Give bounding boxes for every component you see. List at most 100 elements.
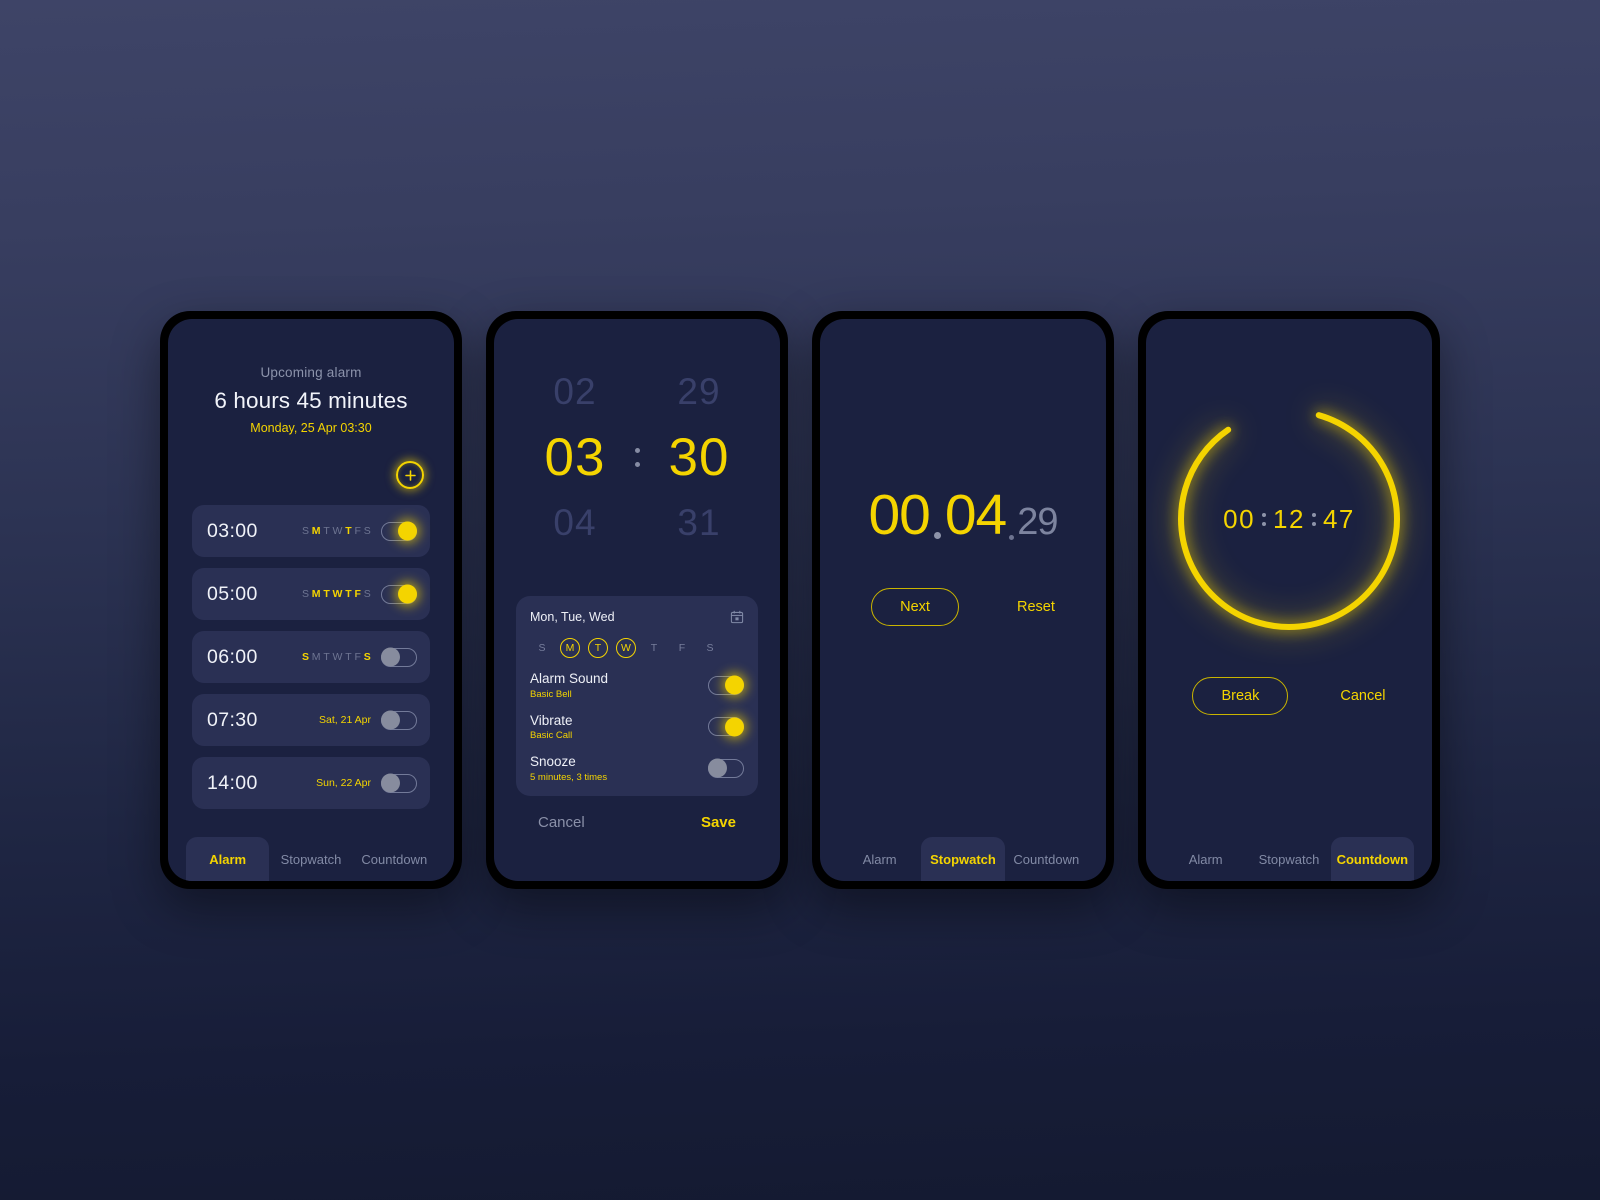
countdown-controls: Break Cancel (1192, 677, 1386, 715)
setting-toggle[interactable] (708, 717, 744, 737)
reset-button[interactable]: Reset (1017, 599, 1055, 615)
alarm-date-label: Sat, 21 Apr (319, 714, 371, 726)
alarm-row-right: Sun, 22 Apr (316, 773, 417, 793)
alarm-toggle[interactable] (381, 710, 417, 730)
cancel-button[interactable]: Cancel (1340, 688, 1385, 704)
repeat-summary-row: Mon, Tue, Wed (530, 610, 744, 629)
alarm-time: 03:00 (207, 519, 258, 542)
day-chip[interactable]: F (672, 638, 692, 658)
setting-text: Snooze 5 minutes, 3 times (530, 754, 607, 783)
tab-countdown[interactable]: Countdown (1005, 837, 1088, 881)
save-button[interactable]: Save (701, 814, 736, 831)
toggle-knob (398, 521, 417, 541)
alarm-settings-panel: Mon, Tue, Wed SMTWTFS Alarm Sound Basic B… (516, 596, 758, 796)
hour-selected[interactable]: 03 (527, 431, 623, 484)
next-lap-button[interactable]: Next (871, 587, 959, 626)
upcoming-alarm-date: Monday, 25 Apr 03:30 (250, 421, 372, 435)
phone-countdown: 00 12 47 Break Cancel Alarm Stopwatch Co… (1138, 311, 1440, 889)
tab-stopwatch[interactable]: Stopwatch (269, 837, 352, 881)
tab-alarm[interactable]: Alarm (1164, 837, 1247, 881)
setting-row[interactable]: Vibrate Basic Call (530, 712, 744, 742)
setting-name: Vibrate (530, 712, 573, 728)
setting-text: Alarm Sound Basic Bell (530, 671, 608, 700)
add-alarm-button[interactable] (396, 461, 424, 489)
tab-stopwatch[interactable]: Stopwatch (1247, 837, 1330, 881)
settings-list: Alarm Sound Basic Bell Vibrate Basic Call Sn… (530, 671, 744, 783)
time-picker-next-row: 04 31 (494, 502, 780, 544)
alarm-toggle[interactable] (381, 647, 417, 667)
break-button[interactable]: Break (1192, 677, 1289, 715)
calendar-icon[interactable] (730, 610, 744, 629)
day-selector[interactable]: SMTWTFS (530, 638, 744, 658)
toggle-knob (381, 773, 400, 793)
time-picker[interactable]: 02 29 03 30 04 31 (494, 319, 780, 544)
alarm-day-letter: T (323, 525, 331, 537)
alarm-toggle[interactable] (381, 584, 417, 604)
stopwatch-readout: 00 04 29 (868, 482, 1058, 547)
edit-actions: Cancel Save (494, 796, 780, 831)
countdown-hours: 00 (1223, 503, 1256, 534)
setting-toggle[interactable] (708, 758, 744, 778)
add-alarm-row (168, 435, 454, 489)
alarm-day-letter: W (332, 525, 343, 537)
alarm-time: 14:00 (207, 771, 258, 794)
alarm-row[interactable]: 05:00 S M T W T F S (192, 568, 430, 620)
plus-icon (404, 469, 416, 481)
stopwatch-millis: 29 (1017, 500, 1058, 543)
alarm-day-letter: M (311, 651, 321, 663)
stopwatch-seconds: 04 (944, 482, 1007, 547)
alarm-day-letter: T (345, 525, 352, 537)
alarm-day-letter: F (354, 525, 362, 537)
hour-next[interactable]: 04 (527, 502, 623, 544)
minute-selected[interactable]: 30 (651, 431, 747, 484)
alarm-day-letter: S (301, 525, 310, 537)
setting-toggle[interactable] (708, 675, 744, 695)
countdown-progress-ring: 00 12 47 (1173, 403, 1405, 635)
hour-prev[interactable]: 02 (527, 371, 623, 413)
countdown-minutes: 12 (1273, 503, 1305, 534)
tab-alarm[interactable]: Alarm (838, 837, 921, 881)
toggle-knob (381, 647, 400, 667)
alarm-toggle[interactable] (381, 521, 417, 541)
minute-next[interactable]: 31 (651, 502, 747, 544)
screen-stopwatch: 00 04 29 Next Reset Alarm Stopwatch Coun… (820, 319, 1106, 881)
countdown-colon-2 (1311, 512, 1316, 526)
alarm-day-letter: S (363, 588, 371, 600)
alarm-row[interactable]: 07:30 Sat, 21 Apr (192, 694, 430, 746)
day-chip[interactable]: T (588, 638, 608, 658)
tab-countdown[interactable]: Countdown (1330, 837, 1414, 881)
alarm-day-letter: F (354, 588, 362, 600)
alarm-row[interactable]: 06:00 S M T W T F S (192, 631, 430, 683)
alarm-day-indicators: SMTWTFS (302, 651, 371, 663)
time-picker-selected-row: 03 30 (494, 431, 780, 484)
alarm-time: 06:00 (207, 645, 258, 668)
alarm-day-indicators: SMTWTFS (302, 525, 371, 537)
cancel-button[interactable]: Cancel (538, 814, 585, 831)
alarm-day-letter: W (332, 588, 343, 600)
alarm-day-letter: M (311, 588, 321, 600)
alarm-day-letter: S (301, 588, 310, 600)
setting-row[interactable]: Snooze 5 minutes, 3 times (530, 754, 744, 783)
toggle-knob (381, 710, 400, 730)
tab-stopwatch[interactable]: Stopwatch (921, 837, 1005, 881)
stopwatch-body: 00 04 29 Next Reset (820, 319, 1106, 837)
setting-row[interactable]: Alarm Sound Basic Bell (530, 671, 744, 700)
setting-name: Snooze (530, 754, 576, 770)
alarm-row[interactable]: 03:00 S M T W T F S (192, 505, 430, 557)
alarm-row[interactable]: 14:00 Sun, 22 Apr (192, 757, 430, 809)
countdown-readout: 00 12 47 (1223, 504, 1355, 535)
day-chip[interactable]: S (700, 638, 720, 658)
tab-alarm[interactable]: Alarm (186, 837, 270, 881)
day-chip[interactable]: W (616, 638, 636, 658)
day-chip[interactable]: T (644, 638, 664, 658)
setting-value: 5 minutes, 3 times (530, 771, 608, 783)
alarm-toggle[interactable] (381, 773, 417, 793)
tab-countdown[interactable]: Countdown (353, 837, 436, 881)
setting-value: Basic Call (530, 730, 573, 742)
screen-countdown: 00 12 47 Break Cancel Alarm Stopwatch Co… (1146, 319, 1432, 881)
day-chip[interactable]: M (560, 638, 580, 658)
alarm-date-label: Sun, 22 Apr (316, 777, 371, 789)
day-chip[interactable]: S (532, 638, 552, 658)
minute-prev[interactable]: 29 (651, 371, 747, 413)
alarm-day-letter: T (323, 651, 331, 663)
